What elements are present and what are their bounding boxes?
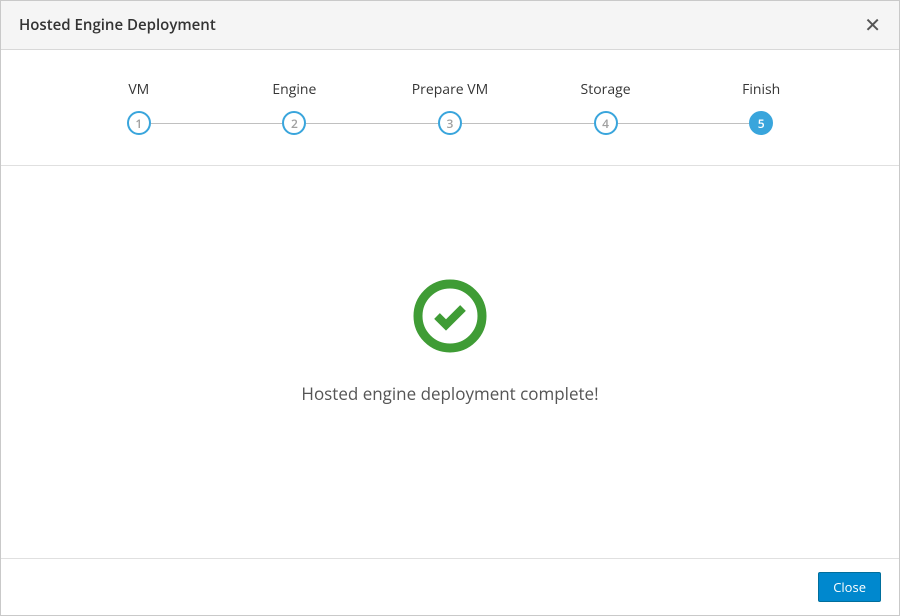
step-number-circle: 5 [749,111,773,135]
step-connector [217,123,283,124]
step-number-circle: 3 [438,111,462,135]
deployment-wizard-modal: Hosted Engine Deployment ✕ VM 1 Engine 2 [0,0,900,616]
wizard-step-finish: Finish 5 [683,80,839,135]
step-number-circle: 2 [282,111,306,135]
step-connector [151,123,217,124]
step-label: Engine [272,80,316,99]
wizard-step-engine: Engine 2 [217,80,373,135]
step-connector [683,123,749,124]
modal-header: Hosted Engine Deployment ✕ [1,1,899,50]
step-label: Prepare VM [412,80,489,99]
success-message: Hosted engine deployment complete! [301,382,598,405]
modal-content: Hosted engine deployment complete! [1,166,899,558]
step-number-circle: 4 [594,111,618,135]
step-label: Storage [581,80,631,99]
step-connector [528,123,594,124]
close-button[interactable]: Close [818,572,881,602]
step-connector [306,123,372,124]
step-connector [462,123,528,124]
modal-title: Hosted Engine Deployment [19,15,216,35]
step-connector [372,123,438,124]
step-label: Finish [742,80,780,99]
modal-footer: Close [1,558,899,615]
step-number-circle: 1 [127,111,151,135]
steps-row: VM 1 Engine 2 Prepare VM 3 [61,80,839,135]
close-icon[interactable]: ✕ [864,15,881,35]
step-connector [618,123,684,124]
wizard-step-storage: Storage 4 [528,80,684,135]
wizard-step-prepare-vm: Prepare VM 3 [372,80,528,135]
wizard-step-vm: VM 1 [61,80,217,135]
wizard-steps: VM 1 Engine 2 Prepare VM 3 [1,50,899,166]
success-check-icon [413,279,487,358]
step-label: VM [128,80,149,99]
